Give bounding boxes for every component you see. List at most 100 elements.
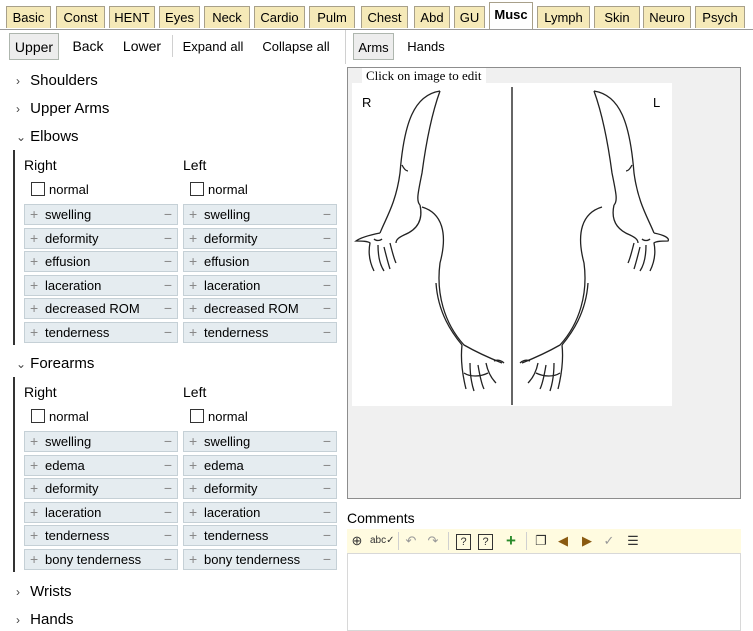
tab-neck[interactable]: Neck xyxy=(204,6,250,28)
forearm-right-edema[interactable]: + edema − xyxy=(24,455,178,476)
elbow-right-laceration[interactable]: + laceration − xyxy=(24,275,178,296)
minus-icon[interactable]: − xyxy=(323,432,331,451)
plus-icon[interactable]: + xyxy=(189,503,197,522)
elbow-left-deformity[interactable]: + deformity − xyxy=(183,228,337,249)
plus-icon[interactable]: + xyxy=(30,479,38,498)
elbow-right-deformity[interactable]: + deformity − xyxy=(24,228,178,249)
arrow-right-icon[interactable]: ▶ xyxy=(578,532,596,550)
redo-icon[interactable]: ↷ xyxy=(424,532,442,550)
plus-icon[interactable]: + xyxy=(189,205,197,224)
forearm-left-deformity[interactable]: + deformity − xyxy=(183,478,337,499)
tab-pulm[interactable]: Pulm xyxy=(309,6,355,28)
minus-icon[interactable]: − xyxy=(164,252,172,271)
check-arrow-icon[interactable]: ✓ xyxy=(600,532,618,550)
forearm-left-tenderness[interactable]: + tenderness − xyxy=(183,525,337,546)
tab-musc[interactable]: Musc xyxy=(489,2,533,29)
plus-icon[interactable]: + xyxy=(30,205,38,224)
arrow-left-icon[interactable]: ◀ xyxy=(554,532,572,550)
plus-icon[interactable]: + xyxy=(189,323,197,342)
expand-all-button[interactable]: Expand all xyxy=(178,33,248,60)
minus-icon[interactable]: − xyxy=(164,503,172,522)
tab-lymph[interactable]: Lymph xyxy=(537,6,590,28)
tab-basic[interactable]: Basic xyxy=(6,6,51,28)
forearm-left-laceration[interactable]: + laceration − xyxy=(183,502,337,523)
minus-icon[interactable]: − xyxy=(164,299,172,318)
plus-icon[interactable]: + xyxy=(30,299,38,318)
elbow-right-normal-checkbox[interactable]: normal xyxy=(31,181,89,199)
forearm-left-normal-checkbox[interactable]: normal xyxy=(190,408,248,426)
tab-hent[interactable]: HENT xyxy=(109,6,155,28)
tab-chest[interactable]: Chest xyxy=(361,6,408,28)
minus-icon[interactable]: − xyxy=(323,276,331,295)
elbow-right-swelling[interactable]: + swelling − xyxy=(24,204,178,225)
list-arrow-icon[interactable]: ☰ xyxy=(624,532,642,550)
plus-icon[interactable]: + xyxy=(30,252,38,271)
elbow-left-laceration[interactable]: + laceration − xyxy=(183,275,337,296)
elbow-left-tenderness[interactable]: + tenderness − xyxy=(183,322,337,343)
plus-icon[interactable]: + xyxy=(189,526,197,545)
minus-icon[interactable]: − xyxy=(323,456,331,475)
arm-diagram-canvas[interactable]: R L xyxy=(352,83,672,406)
section-elbows[interactable]: ⌄ Elbows xyxy=(16,126,79,148)
tab-cardio[interactable]: Cardio xyxy=(254,6,305,28)
minus-icon[interactable]: − xyxy=(164,229,172,248)
minus-icon[interactable]: − xyxy=(164,276,172,295)
undo-icon[interactable]: ↶ xyxy=(402,532,420,550)
forearm-left-bony-tenderness[interactable]: + bony tenderness − xyxy=(183,549,337,570)
elbow-left-effusion[interactable]: + effusion − xyxy=(183,251,337,272)
tab-skin[interactable]: Skin xyxy=(594,6,640,28)
forearm-right-normal-checkbox[interactable]: normal xyxy=(31,408,89,426)
plus-icon[interactable]: + xyxy=(30,276,38,295)
checkbox-box[interactable] xyxy=(190,182,204,196)
tab-neuro[interactable]: Neuro xyxy=(643,6,691,28)
plus-icon[interactable]: + xyxy=(30,229,38,248)
back-button[interactable]: Back xyxy=(67,33,109,60)
minus-icon[interactable]: − xyxy=(323,229,331,248)
tab-eyes[interactable]: Eyes xyxy=(159,6,200,28)
plus-icon[interactable]: + xyxy=(189,299,197,318)
minus-icon[interactable]: − xyxy=(323,479,331,498)
plus-icon[interactable]: + xyxy=(189,252,197,271)
tab-gu[interactable]: GU xyxy=(454,6,485,28)
forearm-right-swelling[interactable]: + swelling − xyxy=(24,431,178,452)
plus-icon[interactable]: + xyxy=(189,276,197,295)
checkbox-box[interactable] xyxy=(31,182,45,196)
minus-icon[interactable]: − xyxy=(323,323,331,342)
plus-icon[interactable]: + xyxy=(189,456,197,475)
plus-icon[interactable]: + xyxy=(30,526,38,545)
forearm-right-laceration[interactable]: + laceration − xyxy=(24,502,178,523)
plus-icon[interactable]: + xyxy=(189,229,197,248)
tab-const[interactable]: Const xyxy=(56,6,105,28)
upper-button[interactable]: Upper xyxy=(9,33,59,60)
arm-diagram-panel[interactable]: R L Click on image to edit xyxy=(347,67,741,499)
minus-icon[interactable]: − xyxy=(323,503,331,522)
collapse-all-button[interactable]: Collapse all xyxy=(256,33,336,60)
section-forearms[interactable]: ⌄ Forearms xyxy=(16,353,94,375)
forearm-right-bony-tenderness[interactable]: + bony tenderness − xyxy=(24,549,178,570)
plus-icon[interactable]: + xyxy=(189,550,197,569)
forearm-left-swelling[interactable]: + swelling − xyxy=(183,431,337,452)
window-icon[interactable]: ❐ xyxy=(532,532,550,550)
minus-icon[interactable]: − xyxy=(164,323,172,342)
tab-abd[interactable]: Abd xyxy=(414,6,450,28)
checkbox-box[interactable] xyxy=(190,409,204,423)
help-icon[interactable]: ? xyxy=(456,534,471,550)
arms-button[interactable]: Arms xyxy=(353,33,394,60)
plus-icon[interactable]: + xyxy=(189,432,197,451)
spellcheck-icon[interactable]: abc✓ xyxy=(370,532,395,550)
add-icon[interactable]: + xyxy=(502,532,520,550)
help-context-icon[interactable]: ? xyxy=(478,534,493,550)
checkbox-box[interactable] xyxy=(31,409,45,423)
plus-icon[interactable]: + xyxy=(30,503,38,522)
elbow-right-effusion[interactable]: + effusion − xyxy=(24,251,178,272)
minus-icon[interactable]: − xyxy=(164,479,172,498)
minus-icon[interactable]: − xyxy=(323,299,331,318)
forearm-left-edema[interactable]: + edema − xyxy=(183,455,337,476)
minus-icon[interactable]: − xyxy=(323,526,331,545)
tab-psych[interactable]: Psych xyxy=(695,6,745,28)
section-hands[interactable]: › Hands xyxy=(16,609,74,631)
minus-icon[interactable]: − xyxy=(323,205,331,224)
comments-textarea[interactable] xyxy=(347,553,741,631)
plus-icon[interactable]: + xyxy=(30,432,38,451)
minus-icon[interactable]: − xyxy=(164,456,172,475)
